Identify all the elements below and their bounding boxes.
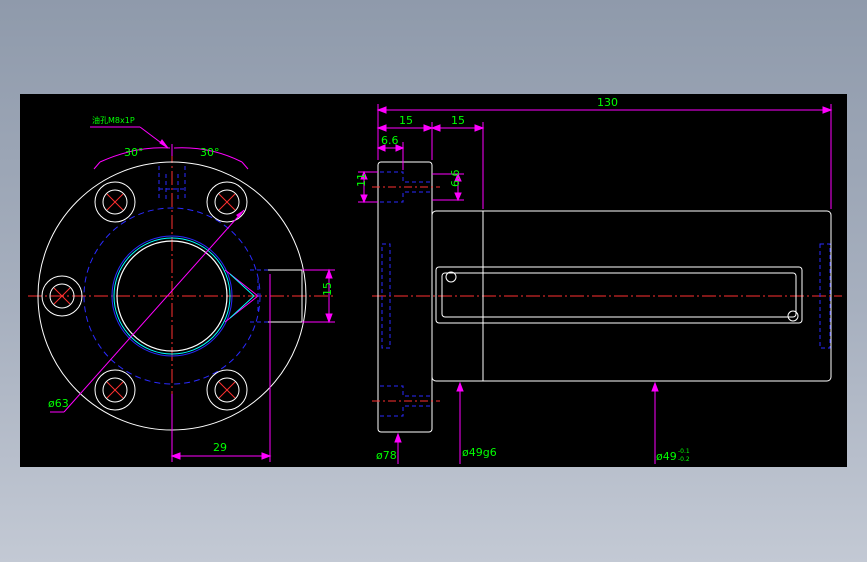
dim-nut-tol-upper: -0.1 <box>678 448 690 455</box>
dim-angle-right-label: 30° <box>200 146 220 159</box>
dim-neck-length-label: 15 <box>451 114 465 127</box>
flange-hole-centerlines <box>372 186 440 402</box>
cad-drawing-frame: ø63 30° 30° 油孔M8x1P 15 29 130 15 15 6.6 … <box>20 94 847 467</box>
ball-return-hole <box>787 310 799 322</box>
dim-hole-depth-label: 6.6 <box>449 170 462 188</box>
bore-slot <box>435 266 803 324</box>
flange-plate <box>377 161 433 433</box>
dim-bottom-leaders <box>394 381 659 464</box>
dim-counterbore-depth-label: 6.6 <box>381 134 399 147</box>
bolt-hole <box>206 181 248 223</box>
dim-angles <box>93 144 249 170</box>
dim-angle-left-label: 30° <box>124 146 144 159</box>
dim-boss-height-label: 15 <box>321 282 334 296</box>
bore-slot-inner <box>441 272 797 318</box>
flange-hidden-lines <box>380 171 831 417</box>
bolt-hole <box>94 369 136 411</box>
dim-overall-length-label: 130 <box>597 96 618 109</box>
dim-bolt-circle-label: ø63 <box>48 397 69 410</box>
dim-counterbore-dia-label: 11 <box>355 173 368 187</box>
dim-flange-thickness-label: 15 <box>399 114 413 127</box>
bolt-hole <box>206 369 248 411</box>
front-view: ø63 30° 30° 油孔M8x1P 15 29 <box>28 115 335 462</box>
dim-nut-tol-lower: -0.2 <box>678 456 690 463</box>
dim-offset-width <box>170 274 272 462</box>
dim-flange-dia-label: ø78 <box>376 449 397 462</box>
thread-note-label: 油孔M8x1P <box>92 115 135 125</box>
dim-offset-width-label: 29 <box>213 441 227 454</box>
dim-nut-dia-label: ø49 <box>656 450 677 463</box>
dim-overall-length <box>376 104 833 209</box>
thread-note-leader <box>90 126 169 149</box>
dim-bolt-circle: ø63 <box>48 209 245 413</box>
dim-body-dia-label: ø49g6 <box>462 446 497 459</box>
side-view: 130 15 15 6.6 11 6.6 ø78 ø49g6 ø49 -0.1 … <box>355 96 842 464</box>
bolt-hole <box>94 181 136 223</box>
